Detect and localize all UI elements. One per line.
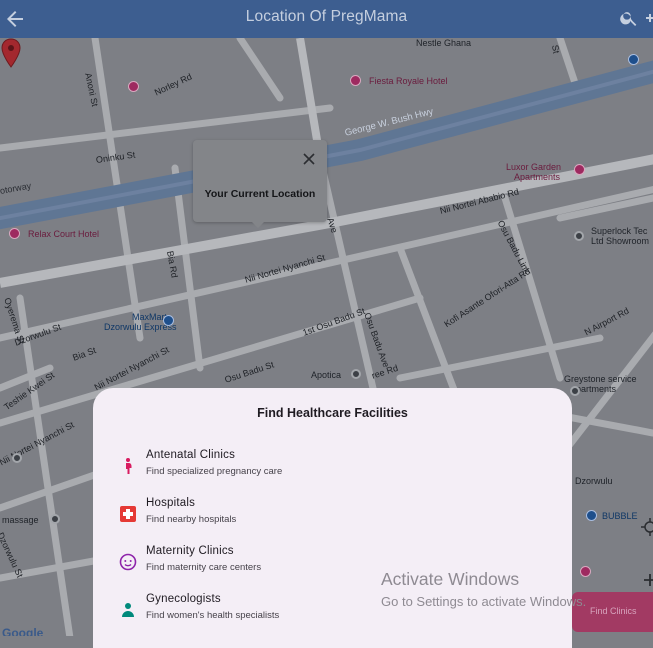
hotel-marker-icon[interactable] [350,75,361,86]
poi-luxor-2[interactable]: Apartments [514,172,560,182]
poi-fiesta-royale[interactable]: Fiesta Royale Hotel [369,76,448,86]
lodging-marker-icon[interactable] [570,386,580,396]
poi-dzorwulu[interactable]: Dzorwulu [575,476,613,486]
item-title: Gynecologists [146,593,221,605]
place-marker-icon[interactable] [128,81,139,92]
info-window: Your Current Location [193,140,327,222]
hospital-icon [120,506,136,522]
poi-bubbl[interactable]: BUBBLE [602,511,638,521]
item-subtitle: Find women's health specialists [146,610,280,621]
shopping-marker-icon[interactable] [628,54,639,65]
location-pin-icon[interactable] [0,38,22,70]
list-item-hospitals[interactable]: Hospitals Find nearby hospitals [93,496,572,538]
list-item-antenatal-clinics[interactable]: Antenatal Clinics Find specialized pregn… [93,448,572,490]
fab-label: Find Clinics [590,606,637,616]
item-title: Maternity Clinics [146,545,234,557]
app-bar: Location Of PregMama [0,0,653,38]
person-icon [122,603,134,617]
apartment-marker-icon[interactable] [574,164,585,175]
baby-face-icon [119,553,137,571]
poi-massage[interactable]: massage [2,515,39,525]
poi-apotica[interactable]: Apotica [311,370,341,380]
activate-windows-subtitle: Go to Settings to activate Windows. [381,594,587,609]
poi-greystone-1[interactable]: Greystone service [564,374,637,384]
poi-nestle[interactable]: Nestle Ghana [416,38,471,48]
item-subtitle: Find specialized pregnancy care [146,466,283,477]
activate-windows-title: Activate Windows [381,569,520,589]
page-title: Location Of PregMama [245,8,408,25]
item-title: Hospitals [146,497,196,509]
more-vert-icon[interactable] [644,8,653,28]
poi-luxor-1[interactable]: Luxor Garden [506,162,561,172]
shopping-marker-icon[interactable] [586,510,597,521]
spa-marker-icon[interactable] [50,514,60,524]
search-icon[interactable] [619,8,639,28]
item-subtitle: Find nearby hospitals [146,514,237,525]
poi-maxmart-1[interactable]: MaxMart [132,312,167,322]
close-icon[interactable] [303,153,315,165]
shop-marker-icon[interactable] [574,231,584,241]
place-marker-icon[interactable] [580,566,591,577]
poi-relax-court[interactable]: Relax Court Hotel [28,229,99,239]
zoom-in-icon[interactable] [640,570,653,590]
sheet-heading: Find Healthcare Facilities [257,406,408,420]
pregnant-woman-icon [126,458,132,474]
item-title: Antenatal Clinics [146,449,236,461]
info-window-tip [252,222,264,228]
info-window-text: Your Current Location [204,188,316,200]
healthcare-sheet: Find Healthcare Facilities Antenatal Cli… [93,388,572,648]
road-label: St [550,44,562,55]
google-logo: Google [2,626,44,636]
item-subtitle: Find maternity care centers [146,562,262,573]
pharmacy-marker-icon[interactable] [351,369,361,379]
poi-superlock-1[interactable]: Superlock Tec [591,226,647,236]
my-location-icon[interactable] [640,517,653,537]
poi-superlock-2[interactable]: Ltd Showroom [591,236,649,246]
place-marker-icon[interactable] [12,453,22,463]
hotel-marker-icon[interactable] [9,228,20,239]
shopping-marker-icon[interactable] [163,315,174,326]
